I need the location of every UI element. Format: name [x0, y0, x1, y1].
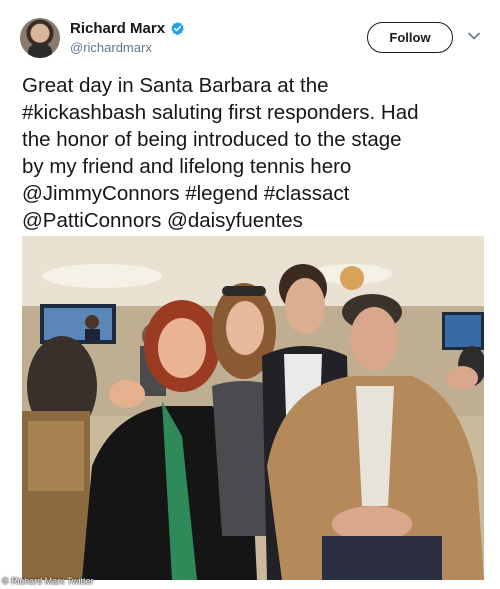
- group-photo-illustration: [22, 236, 484, 580]
- user-handle[interactable]: @richardmarx: [70, 40, 152, 55]
- verified-badge-icon: [170, 21, 185, 36]
- tweet-text-line: @PattiConnors @daisyfuentes: [22, 209, 303, 232]
- tweet-text: Great day in Santa Barbara at the #kicka…: [22, 72, 482, 234]
- tweet-header: Richard Marx @richardmarx Follow: [20, 16, 482, 62]
- tweet-photo[interactable]: [22, 236, 484, 580]
- avatar[interactable]: [20, 18, 60, 58]
- chevron-down-icon[interactable]: [467, 29, 481, 43]
- follow-button[interactable]: Follow: [367, 22, 453, 53]
- photo-credit-watermark: © Richard Marx Twitter: [2, 576, 94, 586]
- tweet-text-line: the honor of being introduced to the sta…: [22, 128, 402, 151]
- tweet-text-line: #kickashbash saluting first responders. …: [22, 101, 419, 124]
- tweet-text-line: @JimmyConnors #legend #classact: [22, 182, 350, 205]
- tweet-text-line: by my friend and lifelong tennis hero: [22, 155, 352, 178]
- tweet-text-line: Great day in Santa Barbara at the: [22, 74, 329, 97]
- display-name[interactable]: Richard Marx: [70, 20, 165, 37]
- tweet-card: Richard Marx @richardmarx Follow Great d…: [0, 0, 500, 589]
- name-row: Richard Marx: [70, 20, 185, 37]
